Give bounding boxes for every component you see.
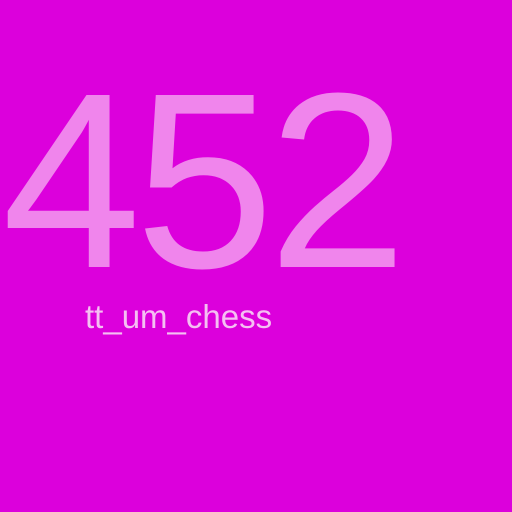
screen: 452 tt_um_chess bbox=[0, 0, 512, 512]
project-number: 452 bbox=[2, 41, 407, 320]
project-name-label: tt_um_chess bbox=[85, 298, 273, 335]
